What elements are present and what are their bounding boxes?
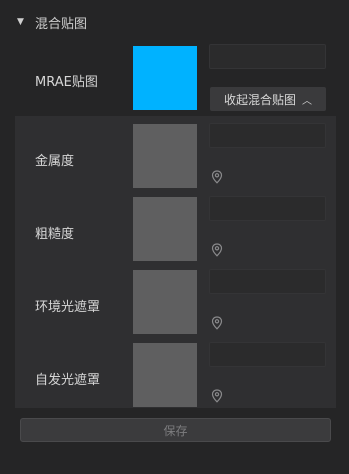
location-pin-icon[interactable] [211,316,223,330]
location-pin-icon[interactable] [211,170,223,184]
roughness-input[interactable] [209,196,326,221]
ambient-occlusion-input[interactable] [209,269,326,294]
mrae-label: MRAE贴图 [35,75,98,90]
metallic-label: 金属度 [35,154,75,169]
emissive-mask-label: 自发光遮罩 [35,373,101,388]
ambient-occlusion-label: 环境光遮罩 [35,300,101,315]
location-pin-icon[interactable] [211,243,223,257]
section-title: 混合贴图 [35,16,88,32]
mrae-swatch[interactable] [133,46,197,110]
chevron-up-icon: ︿ [302,95,312,107]
location-pin-icon[interactable] [211,389,223,403]
roughness-label: 粗糙度 [35,227,75,242]
caret-down-icon: ▼ [17,17,24,27]
metallic-input[interactable] [209,123,326,148]
emissive-mask-swatch[interactable] [133,343,197,407]
emissive-mask-input[interactable] [209,342,326,367]
metallic-swatch[interactable] [133,124,197,188]
mrae-input[interactable] [209,44,326,69]
ambient-occlusion-swatch[interactable] [133,270,197,334]
save-button[interactable]: 保存 [20,418,331,442]
collapse-label: 收起混合贴图 [223,92,296,107]
section-header-blend-map[interactable]: ▼ 混合贴图 [17,12,87,32]
roughness-swatch[interactable] [133,197,197,261]
collapse-blend-map-button[interactable]: 收起混合贴图 ︿ [210,87,326,111]
